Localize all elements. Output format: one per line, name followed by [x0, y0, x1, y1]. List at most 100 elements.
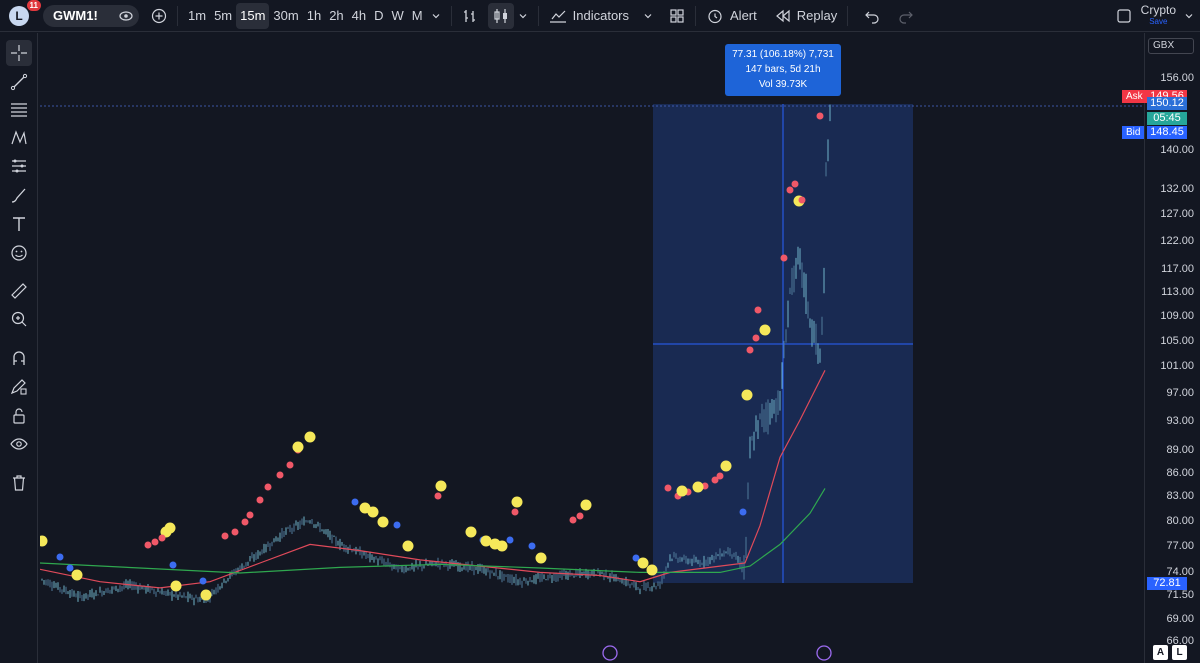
rewind-icon	[775, 9, 790, 22]
timeframe-dropdown[interactable]	[427, 3, 445, 29]
price-scale[interactable]: GBX 156.00 140.00 132.00 127.00 122.00 117.00…	[1144, 33, 1200, 663]
remove-drawings-tool[interactable]	[6, 470, 32, 496]
divider	[847, 5, 849, 26]
price-label: 86.00	[1166, 467, 1194, 479]
timeframe-1h[interactable]: 1h	[303, 3, 325, 29]
indicators-icon	[549, 10, 566, 23]
currency-selector[interactable]: GBX	[1148, 38, 1194, 54]
chart-type-dropdown[interactable]	[514, 3, 532, 29]
signal-dot-yellow	[580, 499, 592, 511]
fullscreen-button[interactable]	[1112, 3, 1136, 29]
zoom-tool[interactable]	[6, 306, 32, 332]
zoom-in-icon	[11, 311, 27, 327]
signal-dot-yellow	[496, 540, 508, 552]
redo-button[interactable]	[894, 3, 918, 29]
signal-dot-red	[569, 516, 577, 524]
price-label: 113.00	[1161, 286, 1194, 298]
signal-dot-yellow	[71, 569, 83, 581]
indicators-dropdown[interactable]	[639, 3, 657, 29]
signal-dot-red	[221, 532, 229, 540]
price-label: 156.00	[1160, 72, 1194, 84]
signal-dot-red	[791, 180, 799, 188]
signal-dot-red	[246, 511, 254, 519]
hide-drawings-tool[interactable]	[6, 431, 32, 457]
price-label: 127.00	[1160, 208, 1194, 220]
log-scale-button[interactable]: L	[1172, 645, 1187, 660]
emoji-tool[interactable]	[6, 240, 32, 266]
fib-icon	[11, 103, 27, 117]
bid-price-box: 148.45	[1147, 126, 1187, 139]
ruler-icon	[11, 283, 27, 299]
timeframe-d[interactable]: D	[370, 3, 387, 29]
bar-style-button[interactable]	[458, 3, 482, 29]
price-label: 93.00	[1166, 415, 1194, 427]
signal-dot-red	[286, 461, 294, 469]
auto-scale-button[interactable]: A	[1153, 645, 1168, 660]
signal-dot-yellow	[676, 485, 688, 497]
projection-tool[interactable]	[6, 153, 32, 179]
signal-dot-yellow	[367, 506, 379, 518]
chevron-down-icon	[519, 13, 527, 18]
price-label: 109.00	[1160, 310, 1194, 322]
signal-dot-red	[511, 508, 519, 516]
square-icon	[1117, 9, 1131, 23]
layout-name: Crypto	[1140, 3, 1176, 17]
symbol-search[interactable]: GWM1!	[43, 4, 139, 27]
alarm-clock-icon	[708, 9, 722, 23]
price-chart[interactable]	[40, 33, 1144, 663]
measure-change: 77.31 (106.18%) 7,731	[732, 49, 834, 60]
magnet-tool[interactable]	[6, 345, 32, 371]
timeframe-15m[interactable]: 15m	[236, 2, 270, 29]
signal-dot-yellow	[741, 389, 753, 401]
timeframe-4h[interactable]: 4h	[348, 3, 370, 29]
signal-dot-yellow	[40, 535, 48, 547]
indicators-button[interactable]: Indicators	[545, 3, 633, 29]
fib-tool[interactable]	[6, 97, 32, 123]
signal-dot-yellow	[304, 431, 316, 443]
timeframe-1m[interactable]: 1m	[184, 3, 210, 29]
crosshair-tool[interactable]	[6, 40, 32, 66]
price-label: 71.50	[1166, 589, 1194, 601]
user-avatar[interactable]: L 11	[9, 0, 41, 26]
price-label: 80.00	[1166, 515, 1194, 527]
alert-label: Alert	[730, 8, 757, 23]
timeframe-w[interactable]: W	[388, 3, 408, 29]
divider	[537, 5, 539, 26]
timeframe-30m[interactable]: 30m	[269, 3, 302, 29]
undo-icon	[865, 11, 879, 24]
timeframe-2h[interactable]: 2h	[325, 3, 347, 29]
trendline-tool[interactable]	[6, 69, 32, 95]
timeframe-m[interactable]: M	[408, 3, 427, 29]
signal-dot-blue	[739, 508, 747, 516]
signal-dot-yellow	[535, 552, 547, 564]
measure-tool[interactable]	[6, 278, 32, 304]
undo-button[interactable]	[860, 3, 884, 29]
signal-dot-red	[752, 334, 760, 342]
price-label: 101.00	[1160, 360, 1194, 372]
alert-button[interactable]: Alert	[702, 3, 761, 29]
stay-drawing-tool[interactable]	[6, 374, 32, 400]
drawing-toolbar	[0, 33, 38, 663]
signal-dot-yellow	[402, 540, 414, 552]
timeframe-5m[interactable]: 5m	[210, 3, 236, 29]
price-label: 69.00	[1166, 613, 1194, 625]
candle-style-button[interactable]	[487, 2, 514, 29]
signal-dot-red	[716, 472, 724, 480]
text-tool[interactable]	[6, 211, 32, 237]
price-label: 83.00	[1166, 490, 1194, 502]
price-label: 105.00	[1160, 335, 1194, 347]
replay-button[interactable]: Replay	[771, 3, 841, 29]
pattern-tool[interactable]	[6, 125, 32, 151]
brush-tool[interactable]	[6, 182, 32, 208]
add-symbol-button[interactable]	[147, 3, 171, 29]
layout-dropdown[interactable]	[1184, 3, 1194, 29]
signal-dot-yellow	[465, 526, 477, 538]
layout-name-button[interactable]: Crypto Save	[1141, 4, 1176, 28]
layouts-button[interactable]	[665, 3, 689, 29]
signal-dot-yellow	[692, 481, 704, 493]
text-icon	[13, 217, 25, 231]
signal-dot-red	[158, 534, 166, 542]
divider	[177, 5, 178, 26]
lock-drawings-tool[interactable]	[6, 403, 32, 429]
eye-settings-icon[interactable]	[119, 9, 133, 23]
